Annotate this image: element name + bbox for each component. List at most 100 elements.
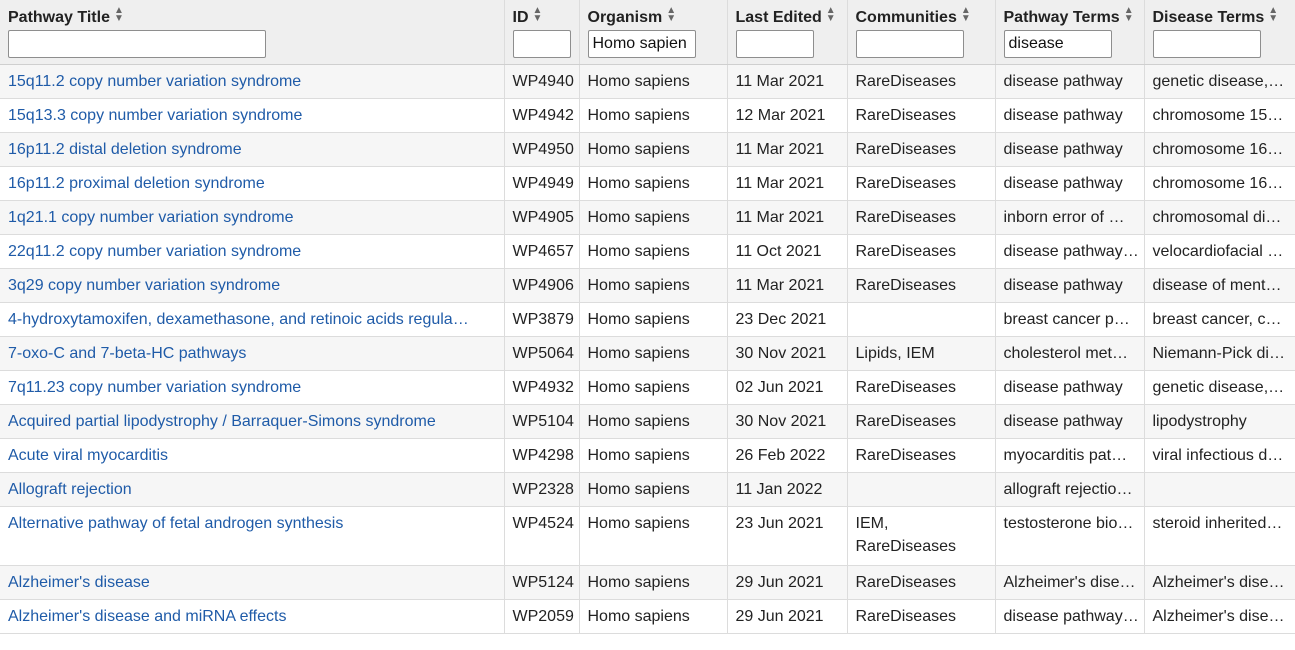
disease-terms-value: chromosome 16… [1152,174,1284,192]
table-header: Pathway Title▲▼ID▲▼Organism▲▼Last Edited… [0,0,1295,65]
id-value: WP4940 [512,72,574,90]
table-row[interactable]: 16p11.2 distal deletion syndrome WP4950 Ho… [0,132,1295,167]
column-header-disease-terms[interactable]: Disease Terms ▲ ▼ [1144,0,1295,65]
cell-organism: Homo sapiens [579,302,728,337]
last-edited-value: 11 Oct 2021 [735,242,822,260]
column-label[interactable]: Pathway Terms [1004,9,1120,26]
cell-last-edited: 26 Feb 2022 [727,438,848,473]
table-row[interactable]: 7q11.23 copy number variation syndrome WP… [0,370,1295,405]
pathway-title-link[interactable]: 16p11.2 proximal deletion syndrome [8,175,265,192]
column-header-communities[interactable]: Communities ▲ ▼ [847,0,996,65]
pathway-title-link[interactable]: 16p11.2 distal deletion syndrome [8,141,242,158]
cell-organism: Homo sapiens [579,506,728,566]
column-label[interactable]: Communities [856,9,957,26]
table-row[interactable]: 22q11.2 copy number variation syndrome WP… [0,234,1295,269]
table-row[interactable]: Allograft rejection WP2328 Homo sapiens 11 … [0,472,1295,507]
id-value: WP4932 [512,378,574,396]
cell-disease-terms: steroid inherited… [1144,506,1295,566]
column-label[interactable]: Pathway Title [8,9,110,26]
column-header-pathway-title[interactable]: Pathway Title ▲ ▼ [0,0,505,65]
sort-icon[interactable]: ▲ ▼ [1124,6,1134,24]
table-row[interactable]: 7-oxo-C and 7-beta-HC pathways WP5064 Homo… [0,336,1295,371]
column-label[interactable]: Last Edited [736,9,822,26]
filter-input-id[interactable] [512,30,571,58]
cell-id: WP2328 [504,472,580,507]
filter-input-communities[interactable] [855,30,964,58]
id-value: WP4949 [512,174,574,192]
table-row[interactable]: 3q29 copy number variation syndrome WP490… [0,268,1295,303]
cell-pathway-terms: disease pathway… [995,234,1145,269]
pathway-title-link[interactable]: Alternative pathway of fetal androgen sy… [8,515,343,532]
cell-last-edited: 11 Mar 2021 [727,132,848,167]
pathway-title-link[interactable]: Alzheimer's disease and miRNA effects [8,608,286,625]
sort-icon[interactable]: ▲ ▼ [961,6,971,24]
column-header-pathway-terms[interactable]: Pathway Terms ▲ ▼ [995,0,1145,65]
organism-value: Homo sapiens [587,514,690,532]
column-label[interactable]: Organism [588,9,663,26]
organism-value: Homo sapiens [587,573,690,591]
cell-last-edited: 11 Mar 2021 [727,166,848,201]
sort-icon[interactable]: ▲ ▼ [666,6,676,24]
pathway-title-link[interactable]: 15q13.3 copy number variation syndrome [8,107,302,124]
table-row[interactable]: 1q21.1 copy number variation syndrome WP4… [0,200,1295,235]
sort-icon[interactable]: ▲ ▼ [826,6,836,24]
cell-disease-terms: chromosome 16… [1144,132,1295,167]
cell-id: WP4932 [504,370,580,405]
filter-input-last-edited[interactable] [735,30,814,58]
filter-input-disease-terms[interactable] [1152,30,1261,58]
communities-value: RareDiseases [855,106,956,124]
filter-input-organism[interactable] [587,30,696,58]
column-header-organism[interactable]: Organism ▲ ▼ [579,0,728,65]
column-label[interactable]: Disease Terms [1153,9,1265,26]
cell-id: WP5064 [504,336,580,371]
pathway-title-link[interactable]: Alzheimer's disease [8,574,150,591]
cell-last-edited: 11 Mar 2021 [727,268,848,303]
table-row[interactable]: Alzheimer's disease and miRNA effects WP2… [0,599,1295,634]
table-row[interactable]: Acquired partial lipodystrophy / Barraqu… [0,404,1295,439]
table-row[interactable]: 15q11.2 copy number variation syndrome WP… [0,64,1295,99]
organism-value: Homo sapiens [587,242,690,260]
cell-id: WP4298 [504,438,580,473]
cell-pathway-title: 15q11.2 copy number variation syndrome [0,64,505,99]
pathway-title-link[interactable]: 7-oxo-C and 7-beta-HC pathways [8,345,246,362]
pathway-title-link[interactable]: Acute viral myocarditis [8,447,168,464]
last-edited-value: 02 Jun 2021 [735,378,824,396]
pathway-title-link[interactable]: Allograft rejection [8,481,132,498]
cell-pathway-title: 16p11.2 distal deletion syndrome [0,132,505,167]
table-row[interactable]: Acute viral myocarditis WP4298 Homo sapien… [0,438,1295,473]
pathway-title-link[interactable]: 1q21.1 copy number variation syndrome [8,209,294,226]
communities-value: RareDiseases [855,607,956,625]
cell-pathway-title: 22q11.2 copy number variation syndrome [0,234,505,269]
pathway-title-link[interactable]: 7q11.23 copy number variation syndrome [8,379,301,396]
column-label[interactable]: ID [513,9,529,26]
filter-input-pathway-terms[interactable] [1003,30,1112,58]
cell-last-edited: 30 Nov 2021 [727,404,848,439]
cell-disease-terms: Alzheimer's dise… [1144,599,1295,634]
column-header-last-edited[interactable]: Last Edited ▲ ▼ [727,0,848,65]
id-value: WP4298 [512,446,574,464]
table-row[interactable]: 16p11.2 proximal deletion syndrome WP4949… [0,166,1295,201]
column-header-id[interactable]: ID ▲ ▼ [504,0,580,65]
last-edited-value: 11 Jan 2022 [735,480,823,498]
last-edited-value: 26 Feb 2022 [735,446,826,464]
sort-icon[interactable]: ▲ ▼ [1268,6,1278,24]
table-row[interactable]: 4-hydroxytamoxifen, dexamethasone, and r… [0,302,1295,337]
pathway-title-link[interactable]: 4-hydroxytamoxifen, dexamethasone, and r… [8,311,469,328]
disease-terms-value: breast cancer, c… [1152,310,1282,328]
table-body: 15q11.2 copy number variation syndrome WP… [0,64,1295,634]
filter-input-pathway-title[interactable] [8,30,266,58]
pathway-title-link[interactable]: 15q11.2 copy number variation syndrome [8,73,301,90]
cell-last-edited: 29 Jun 2021 [727,565,848,600]
cell-disease-terms: chromosome 15… [1144,98,1295,133]
cell-pathway-title: 3q29 copy number variation syndrome [0,268,505,303]
cell-last-edited: 23 Dec 2021 [727,302,848,337]
table-row[interactable]: Alzheimer's disease WP5124 Homo sapiens 29 … [0,565,1295,600]
last-edited-value: 12 Mar 2021 [735,106,826,124]
table-row[interactable]: 15q13.3 copy number variation syndrome WP… [0,98,1295,133]
table-row[interactable]: Alternative pathway of fetal androgen sy… [0,506,1295,566]
pathway-title-link[interactable]: Acquired partial lipodystrophy / Barraqu… [8,413,436,430]
sort-icon[interactable]: ▲ ▼ [114,6,124,24]
sort-icon[interactable]: ▲ ▼ [533,6,543,24]
pathway-title-link[interactable]: 3q29 copy number variation syndrome [8,277,280,294]
pathway-title-link[interactable]: 22q11.2 copy number variation syndrome [8,243,301,260]
